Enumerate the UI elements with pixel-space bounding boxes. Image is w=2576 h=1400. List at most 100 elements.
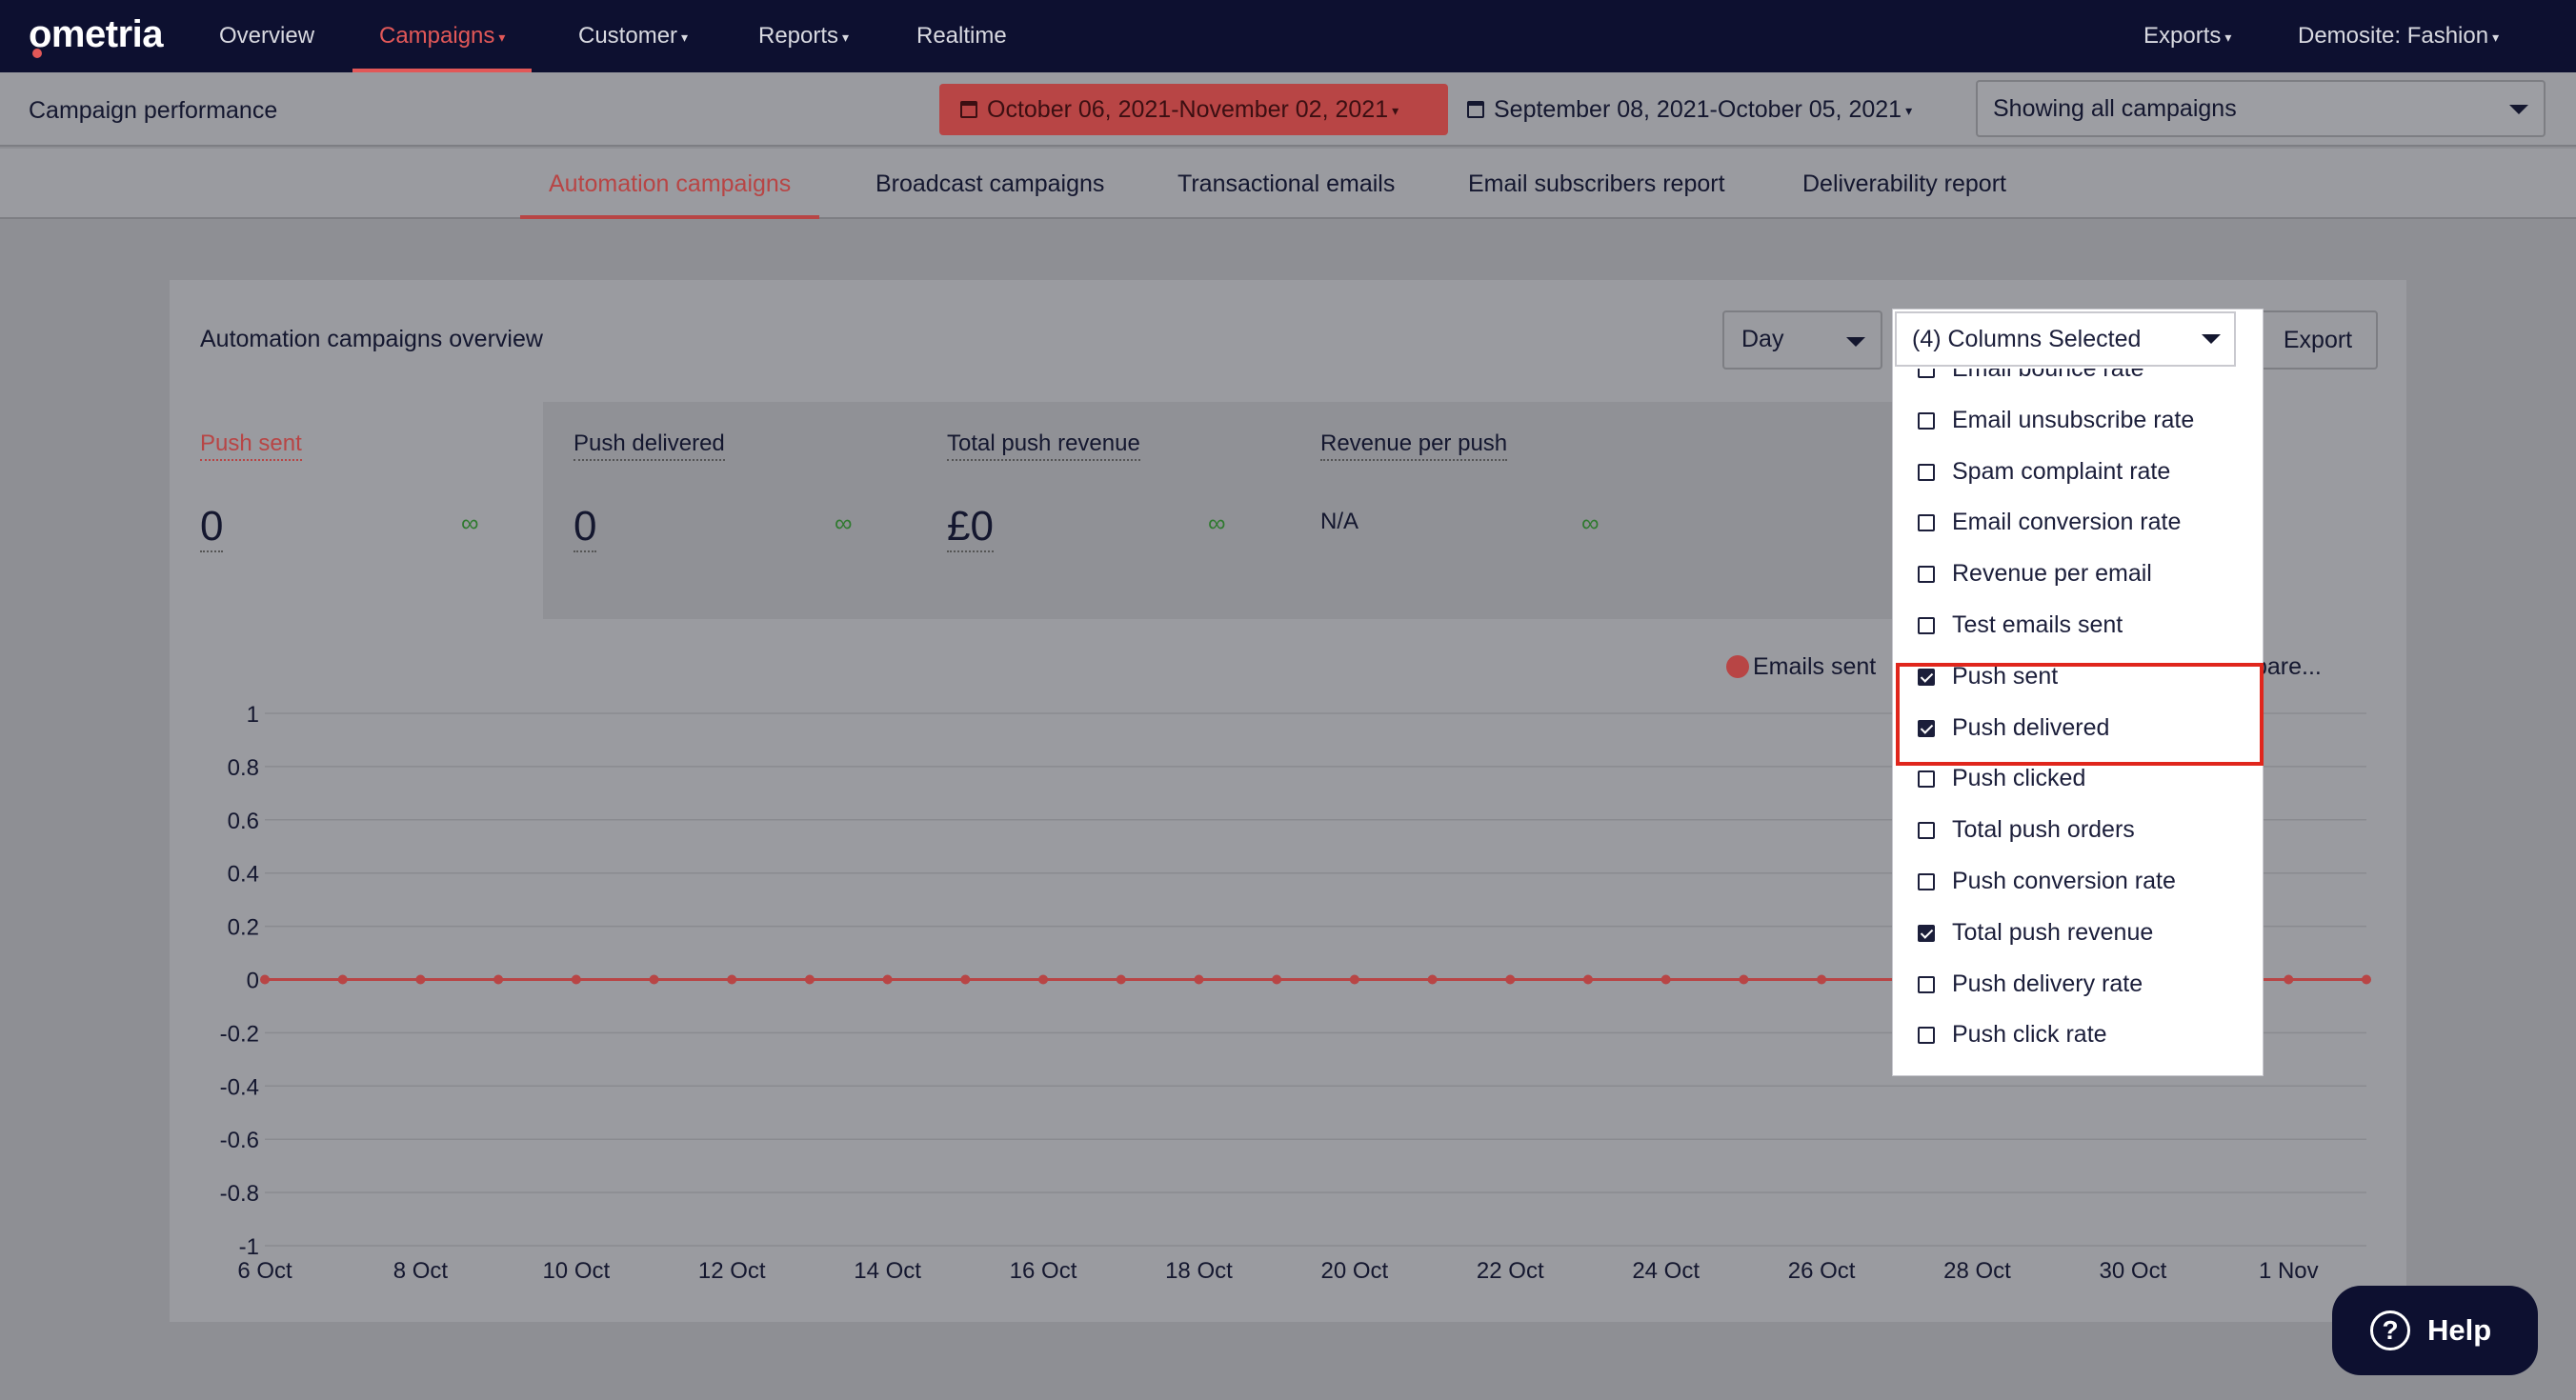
checkbox-icon[interactable] xyxy=(1918,770,1935,789)
report-tabs: Automation campaigns Broadcast campaigns… xyxy=(0,149,2576,219)
checkbox-icon[interactable] xyxy=(1918,873,1935,890)
data-point xyxy=(337,974,348,985)
caret-down-icon: ▾ xyxy=(842,29,850,45)
nav-exports[interactable]: Exports ▾ xyxy=(2143,0,2231,72)
y-tick-label: 0 xyxy=(247,969,259,994)
caret-down-icon: ▾ xyxy=(1905,103,1913,119)
tab-deliverability-report[interactable]: Deliverability report xyxy=(1802,149,2006,219)
column-option[interactable]: Push delivery rate xyxy=(1893,959,2264,1010)
column-option[interactable]: Test emails sent xyxy=(1893,600,2264,651)
columns-select[interactable]: (4) Columns Selected xyxy=(1895,311,2236,367)
caret-down-icon: ▾ xyxy=(2492,29,2500,45)
data-point xyxy=(804,974,815,985)
tab-automation-campaigns[interactable]: Automation campaigns xyxy=(520,149,820,219)
data-point xyxy=(1272,974,1282,985)
y-tick-label: 0.2 xyxy=(228,915,259,941)
nav-reports[interactable]: Reports ▾ xyxy=(758,0,849,72)
data-point xyxy=(1194,974,1204,985)
column-option-label: Email unsubscribe rate xyxy=(1952,406,2195,433)
nav-realtime[interactable]: Realtime xyxy=(916,0,1007,72)
data-point xyxy=(1817,974,1827,985)
checkbox-icon[interactable] xyxy=(1918,975,1935,993)
data-point xyxy=(882,974,893,985)
help-button[interactable]: ? Help xyxy=(2332,1286,2538,1375)
tab-transactional-emails[interactable]: Transactional emails xyxy=(1177,149,1395,219)
data-point xyxy=(571,974,581,985)
y-tick-label: -0.6 xyxy=(220,1128,259,1153)
highlight-box xyxy=(1896,663,2264,766)
checkbox-icon[interactable] xyxy=(1918,369,1935,378)
nav-exports-label: Exports xyxy=(2143,23,2222,49)
y-tick-label: 1 xyxy=(247,702,259,728)
column-option[interactable]: Email unsubscribe rate xyxy=(1893,395,2264,447)
nav-overview[interactable]: Overview xyxy=(219,0,314,72)
tab-email-subscribers-report[interactable]: Email subscribers report xyxy=(1468,149,1725,219)
x-tick-label: 12 Oct xyxy=(698,1258,766,1284)
date-range-button[interactable]: October 06, 2021-November 02, 2021 ▾ xyxy=(939,84,1448,135)
data-point xyxy=(649,974,659,985)
x-tick-label: 16 Oct xyxy=(1010,1258,1077,1284)
data-point xyxy=(1739,974,1749,985)
nav-customer[interactable]: Customer ▾ xyxy=(578,0,688,72)
caret-down-icon: ▾ xyxy=(2224,29,2232,45)
column-option[interactable]: Total push orders xyxy=(1893,805,2264,856)
dropdown-arrow-icon xyxy=(2509,105,2528,114)
column-option-label: Total push revenue xyxy=(1952,918,2154,946)
data-point xyxy=(1582,974,1593,985)
caret-down-icon: ▾ xyxy=(498,29,506,45)
checkbox-icon[interactable] xyxy=(1918,411,1935,430)
column-option-label: Total push orders xyxy=(1952,816,2135,844)
data-point xyxy=(960,974,971,985)
column-option[interactable]: Push conversion rate xyxy=(1893,856,2264,908)
nav-campaigns-label: Campaigns xyxy=(379,23,495,49)
x-tick-label: 20 Oct xyxy=(1321,1258,1389,1284)
column-option-label: Test emails sent xyxy=(1952,611,2123,638)
data-point xyxy=(1116,974,1126,985)
y-tick-label: -0.4 xyxy=(220,1074,259,1100)
x-tick-label: 28 Oct xyxy=(1943,1258,2011,1284)
top-nav: ometria Overview Campaigns ▾ Customer ▾ Re… xyxy=(0,0,2576,72)
checkbox-icon[interactable] xyxy=(1918,566,1935,584)
checkbox-icon[interactable] xyxy=(1918,617,1935,634)
column-option[interactable]: Email bounce rate xyxy=(1893,369,2264,395)
campaign-filter-select[interactable]: Showing all campaigns xyxy=(1976,80,2546,137)
compare-range-button[interactable]: September 08, 2021-October 05, 2021 ▾ xyxy=(1467,84,1912,135)
tab-broadcast-campaigns[interactable]: Broadcast campaigns xyxy=(875,149,1104,219)
calendar-icon xyxy=(960,101,977,118)
checkbox-checked-icon[interactable] xyxy=(1918,924,1935,942)
column-option[interactable]: Spam complaint rate xyxy=(1893,447,2264,498)
checkbox-icon[interactable] xyxy=(1918,463,1935,481)
campaign-filter-label: Showing all campaigns xyxy=(1993,95,2237,122)
columns-select-label: (4) Columns Selected xyxy=(1912,326,2142,352)
nav-site-selector[interactable]: Demosite: Fashion ▾ xyxy=(2298,0,2499,72)
x-tick-label: 8 Oct xyxy=(393,1258,449,1284)
y-tick-label: 0.6 xyxy=(228,809,259,834)
column-option-label: Push click rate xyxy=(1952,1021,2107,1049)
x-tick-label: 22 Oct xyxy=(1477,1258,1544,1284)
column-option-label: Revenue per email xyxy=(1952,560,2152,588)
data-point xyxy=(1660,974,1671,985)
ometria-logo[interactable]: ometria xyxy=(29,13,164,56)
column-option-label: Push clicked xyxy=(1952,765,2086,792)
data-point xyxy=(493,974,504,985)
column-option[interactable]: Push click rate xyxy=(1893,1010,2264,1061)
data-point xyxy=(1427,974,1438,985)
data-point xyxy=(2362,974,2371,985)
checkbox-icon[interactable] xyxy=(1918,514,1935,532)
page-title: Campaign performance xyxy=(29,97,278,124)
checkbox-icon[interactable] xyxy=(1918,822,1935,840)
column-option-label: Email conversion rate xyxy=(1952,509,2182,536)
nav-campaigns[interactable]: Campaigns ▾ xyxy=(352,0,533,72)
x-tick-label: 30 Oct xyxy=(2100,1258,2167,1284)
x-tick-label: 1 Nov xyxy=(2259,1258,2319,1284)
nav-site-label: Demosite: Fashion xyxy=(2298,23,2489,49)
data-point xyxy=(727,974,737,985)
column-option[interactable]: Email conversion rate xyxy=(1893,497,2264,549)
checkbox-icon[interactable] xyxy=(1918,1027,1935,1045)
y-tick-label: -0.8 xyxy=(220,1181,259,1207)
x-tick-label: 6 Oct xyxy=(237,1258,292,1284)
y-tick-label: 0.8 xyxy=(228,755,259,781)
column-option[interactable]: Revenue per email xyxy=(1893,549,2264,600)
column-option[interactable]: Total push revenue xyxy=(1893,908,2264,959)
logo-dot xyxy=(32,49,42,58)
